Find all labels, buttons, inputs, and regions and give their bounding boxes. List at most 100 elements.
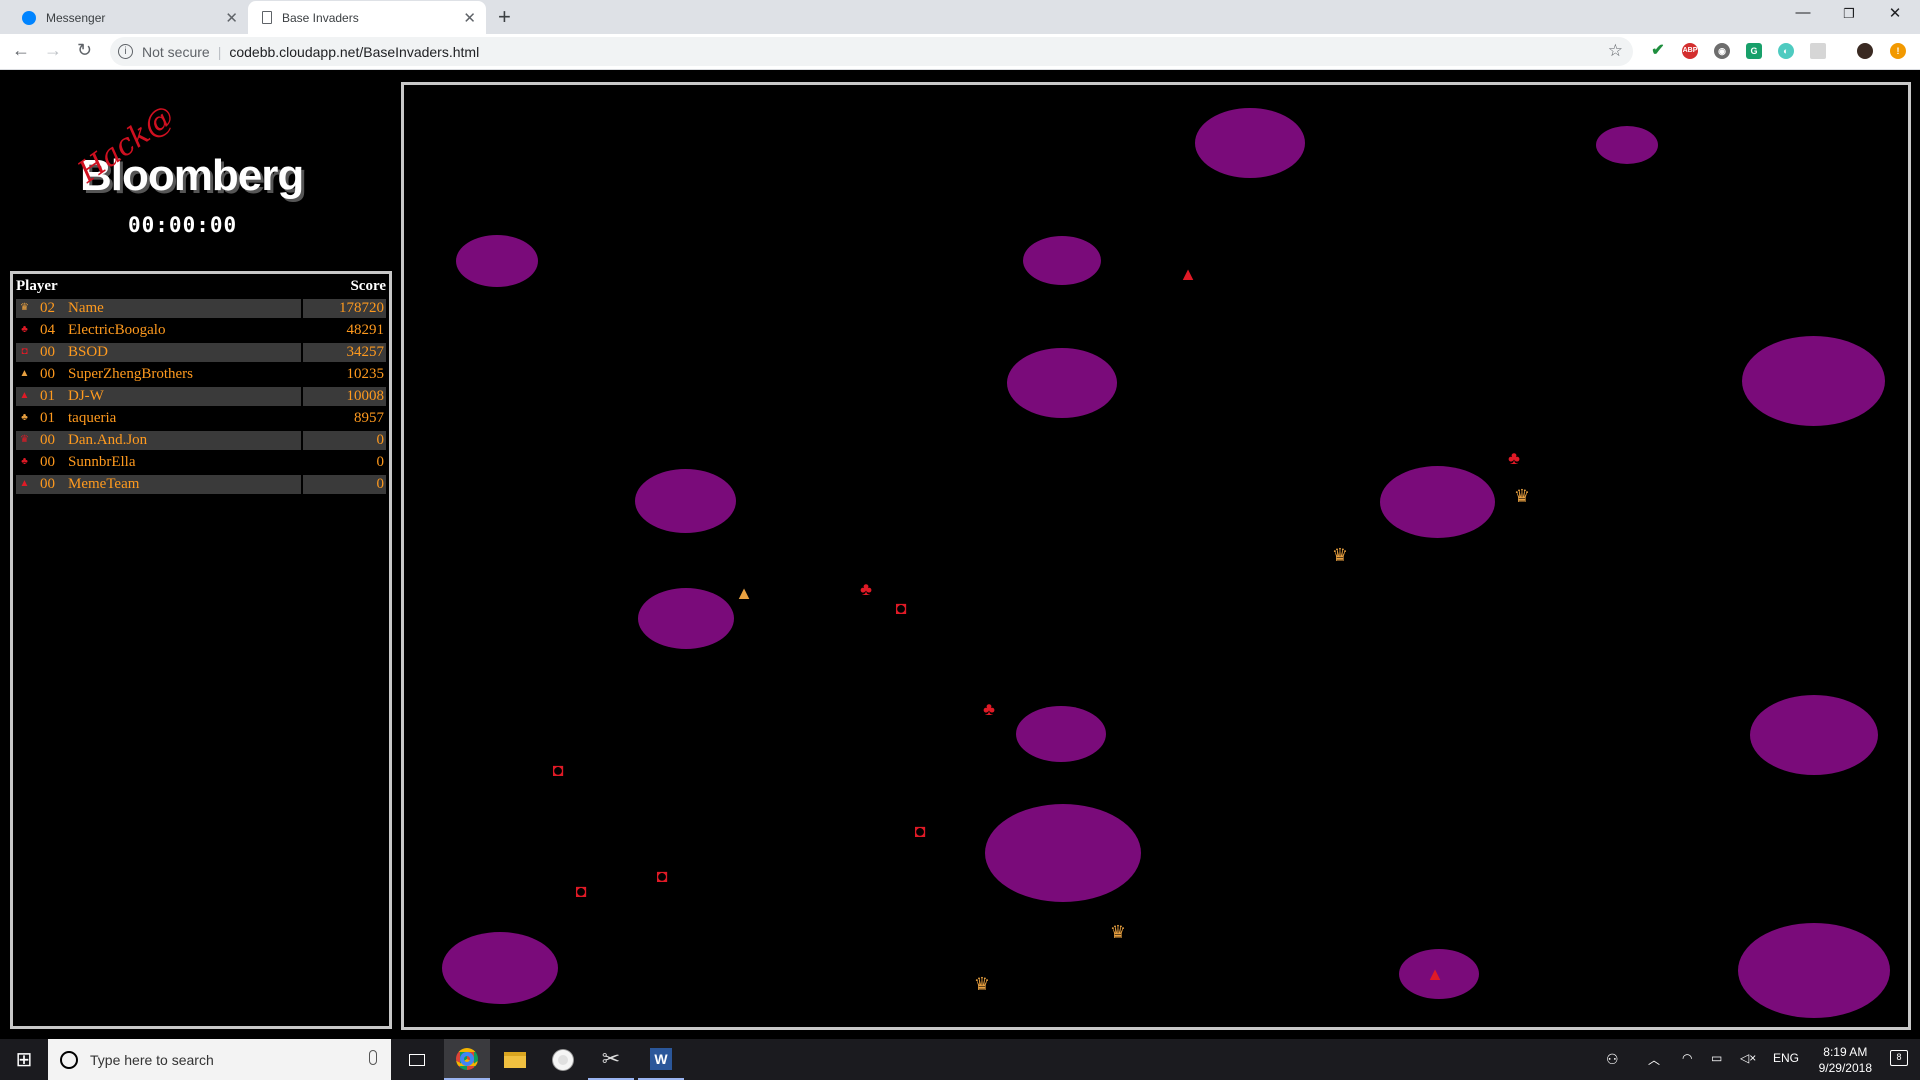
update-icon[interactable]: !: [1890, 43, 1906, 59]
ship-icon: ▲: [19, 368, 30, 379]
teal-extension-icon[interactable]: ◐: [1778, 43, 1794, 59]
planet-base: [1380, 466, 1495, 538]
leaderboard-row: ▲ 00 SuperZhengBrothers 10235: [16, 364, 386, 386]
planet-base: [456, 235, 538, 287]
leaderboard-row: ◘ 00 BSOD 34257: [16, 342, 386, 364]
leaderboard-row: ♣ 04 ElectricBoogalo 48291: [16, 320, 386, 342]
ship-icon: ♛: [20, 302, 29, 313]
game-timer: 00:00:00: [128, 213, 238, 237]
game-canvas[interactable]: ▲ ♣ ♛ ♛ ▲ ♣ ◘ ♣ ◘ ◘ ◘ ◘ ♛ ♛ ▲: [401, 82, 1911, 1030]
language-indicator[interactable]: ENG: [1773, 1051, 1799, 1065]
taskbar-search[interactable]: Type here to search: [48, 1039, 391, 1080]
cortana-icon: [60, 1050, 78, 1069]
back-icon[interactable]: ←: [12, 40, 30, 61]
player-ship: ▲: [735, 583, 753, 603]
player-ship: ▲: [1426, 964, 1444, 984]
player-name: ElectricBoogalo: [68, 322, 166, 338]
score-column-header: Score: [350, 278, 386, 294]
hackathon-logo: Bloomberg Hack@: [0, 71, 304, 200]
wifi-icon[interactable]: ◠: [1682, 1051, 1692, 1065]
tab-messenger[interactable]: Messenger ✕: [8, 1, 248, 34]
tab-base-invaders[interactable]: Base Invaders ✕: [248, 1, 486, 34]
player-score: 34257: [346, 344, 385, 360]
player-ship: ♣: [983, 699, 995, 719]
new-tab-button[interactable]: +: [498, 4, 511, 30]
player-ship: ♛: [1331, 545, 1349, 565]
leaderboard-row: ♛ 00 Dan.And.Jon 0: [16, 430, 386, 452]
close-tab-icon[interactable]: ✕: [225, 9, 238, 27]
forward-icon[interactable]: →: [44, 40, 62, 61]
player-ship: ◘: [914, 821, 926, 841]
close-window-icon[interactable]: ✕: [1872, 4, 1918, 22]
word-icon[interactable]: W: [638, 1039, 684, 1080]
player-level: 00: [40, 432, 55, 448]
address-bar[interactable]: i Not secure | codebb.cloudapp.net/BaseI…: [110, 37, 1633, 66]
player-score: 10235: [346, 366, 385, 382]
leaderboard-row: ♣ 00 SunnbrElla 0: [16, 452, 386, 474]
info-icon[interactable]: i: [118, 44, 133, 59]
player-ship: ◘: [895, 598, 907, 618]
profile-avatar-icon[interactable]: [1857, 43, 1873, 59]
leaderboard-row: ▲ 01 DJ-W 10008: [16, 386, 386, 408]
url-text[interactable]: codebb.cloudapp.net/BaseInvaders.html: [229, 44, 479, 60]
tab-title: Messenger: [46, 10, 106, 25]
player-ship: ♛: [1109, 922, 1127, 942]
chrome-icon[interactable]: [444, 1039, 490, 1080]
planet-base: [1007, 348, 1117, 418]
security-label[interactable]: Not secure: [142, 44, 210, 60]
planet-base: [442, 932, 558, 1004]
player-ship: ◘: [552, 760, 564, 780]
restore-icon[interactable]: ❐: [1826, 6, 1872, 22]
planet-base: [1738, 923, 1890, 1018]
player-score: 10008: [346, 388, 385, 404]
player-name: MemeTeam: [68, 476, 140, 492]
player-name: DJ-W: [68, 388, 104, 404]
planet-base: [1023, 236, 1101, 285]
divider: |: [217, 43, 222, 60]
player-level: 00: [40, 454, 55, 470]
ship-icon: ♣: [21, 412, 28, 423]
player-ship: ▲: [1179, 264, 1197, 284]
volume-muted-icon[interactable]: ◁×: [1740, 1051, 1756, 1065]
microphone-icon[interactable]: [369, 1050, 377, 1065]
player-column-header: Player: [16, 278, 58, 294]
adblock-icon[interactable]: ABP: [1682, 43, 1698, 59]
snipping-tool-icon[interactable]: ✂: [588, 1039, 634, 1080]
leaderboard-rows: ♛ 02 Name 178720 ♣ 04 ElectricBoogalo 48…: [16, 298, 386, 496]
search-placeholder[interactable]: Type here to search: [90, 1052, 214, 1068]
chevron-up-icon[interactable]: ︿: [1648, 1051, 1660, 1068]
check-extension-icon[interactable]: ✔: [1650, 43, 1666, 59]
battery-icon[interactable]: ▭: [1711, 1051, 1722, 1065]
player-level: 01: [40, 388, 55, 404]
gray-extension-icon[interactable]: ◉: [1714, 43, 1730, 59]
file-explorer-icon[interactable]: [492, 1039, 538, 1080]
planet-base: [1016, 706, 1106, 762]
chrome-canary-icon[interactable]: [540, 1039, 586, 1080]
clock-date: 9/29/2018: [1818, 1061, 1872, 1075]
player-level: 02: [40, 300, 55, 316]
player-ship: ♣: [860, 579, 872, 599]
game-page: Bloomberg Hack@ 00:00:00 Player Score ♛ …: [0, 71, 1920, 1039]
tab-title: Base Invaders: [282, 10, 359, 25]
notification-icon[interactable]: 8: [1890, 1050, 1908, 1066]
reload-icon[interactable]: ↻: [77, 40, 92, 61]
ship-icon: ♣: [21, 324, 28, 335]
leaderboard: Player Score ♛ 02 Name 178720 ♣ 04 Elect…: [10, 271, 392, 1029]
player-level: 04: [40, 322, 55, 338]
system-clock[interactable]: 8:19 AM 9/29/2018: [1819, 1044, 1872, 1076]
task-view-icon[interactable]: [394, 1039, 440, 1080]
player-level: 00: [40, 366, 55, 382]
planet-base: [1596, 126, 1658, 164]
bookmark-star-icon[interactable]: ☆: [1608, 41, 1623, 61]
people-icon[interactable]: ⚇: [1606, 1051, 1619, 1068]
player-ship: ♛: [973, 974, 991, 994]
ship-icon: ♣: [21, 456, 28, 467]
windows-start-icon[interactable]: ⊞: [0, 1039, 48, 1080]
green-extension-icon[interactable]: G: [1746, 43, 1762, 59]
minimize-icon[interactable]: —: [1780, 4, 1826, 21]
ship-icon: ◘: [21, 346, 28, 357]
close-tab-icon[interactable]: ✕: [463, 9, 476, 27]
player-ship: ♣: [1508, 448, 1520, 468]
ship-icon: ▲: [19, 478, 30, 489]
gray-square-extension-icon[interactable]: [1810, 43, 1826, 59]
